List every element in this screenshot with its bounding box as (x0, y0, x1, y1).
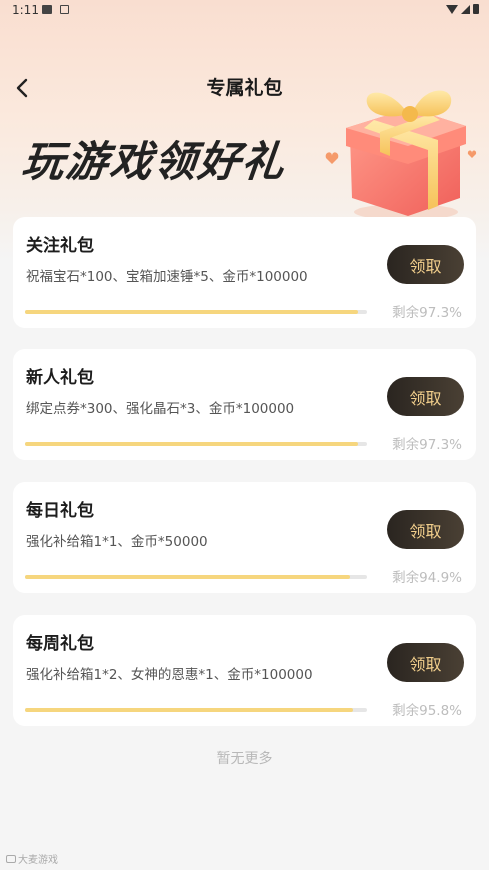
gift-box-icon (325, 90, 477, 220)
gift-package-card: 关注礼包 祝福宝石*100、宝箱加速锤*5、金币*100000 领取 剩余97.… (13, 217, 476, 328)
package-title: 关注礼包 (26, 236, 94, 256)
notification-icon (60, 5, 69, 14)
watermark: 大麦游戏 (6, 851, 58, 866)
package-description: 绑定点券*300、强化晶石*3、金币*100000 (26, 401, 295, 417)
status-time: 1:11 (12, 3, 39, 17)
package-title: 新人礼包 (26, 368, 94, 388)
remaining-text: 剩余97.3% (392, 305, 462, 321)
status-bar: 1:11 (0, 0, 489, 22)
remaining-progress-bar (25, 442, 367, 446)
package-title: 每周礼包 (26, 634, 94, 654)
watermark-logo-icon (6, 854, 16, 863)
remaining-progress-bar (25, 708, 367, 712)
notification-icon (42, 5, 52, 14)
gift-package-card: 每日礼包 强化补给箱1*1、金币*50000 领取 剩余94.9% (13, 482, 476, 593)
claim-button[interactable]: 领取 (387, 510, 464, 549)
no-more-text: 暂无更多 (216, 751, 273, 767)
remaining-text: 剩余97.3% (392, 437, 462, 453)
package-description: 祝福宝石*100、宝箱加速锤*5、金币*100000 (26, 269, 308, 285)
banner-slogan: 玩游戏领好礼 (19, 137, 289, 186)
progress-fill (25, 708, 353, 712)
package-description: 强化补给箱1*2、女神的恩惠*1、金币*100000 (26, 667, 313, 683)
progress-fill (25, 575, 350, 579)
claim-button[interactable]: 领取 (387, 377, 464, 416)
battery-icon (473, 4, 479, 14)
progress-fill (25, 310, 358, 314)
signal-icon (461, 4, 470, 14)
remaining-progress-bar (25, 575, 367, 579)
gift-package-card: 每周礼包 强化补给箱1*2、女神的恩惠*1、金币*100000 领取 剩余95.… (13, 615, 476, 726)
progress-fill (25, 442, 358, 446)
remaining-text: 剩余95.8% (392, 703, 462, 719)
claim-button[interactable]: 领取 (387, 643, 464, 682)
package-title: 每日礼包 (26, 501, 94, 521)
wifi-icon (446, 4, 458, 14)
gift-package-card: 新人礼包 绑定点券*300、强化晶石*3、金币*100000 领取 剩余97.3… (13, 349, 476, 460)
watermark-text: 大麦游戏 (18, 855, 58, 866)
remaining-text: 剩余94.9% (392, 570, 462, 586)
claim-button[interactable]: 领取 (387, 245, 464, 284)
status-indicators (446, 4, 479, 14)
package-description: 强化补给箱1*1、金币*50000 (26, 534, 208, 550)
remaining-progress-bar (25, 310, 367, 314)
